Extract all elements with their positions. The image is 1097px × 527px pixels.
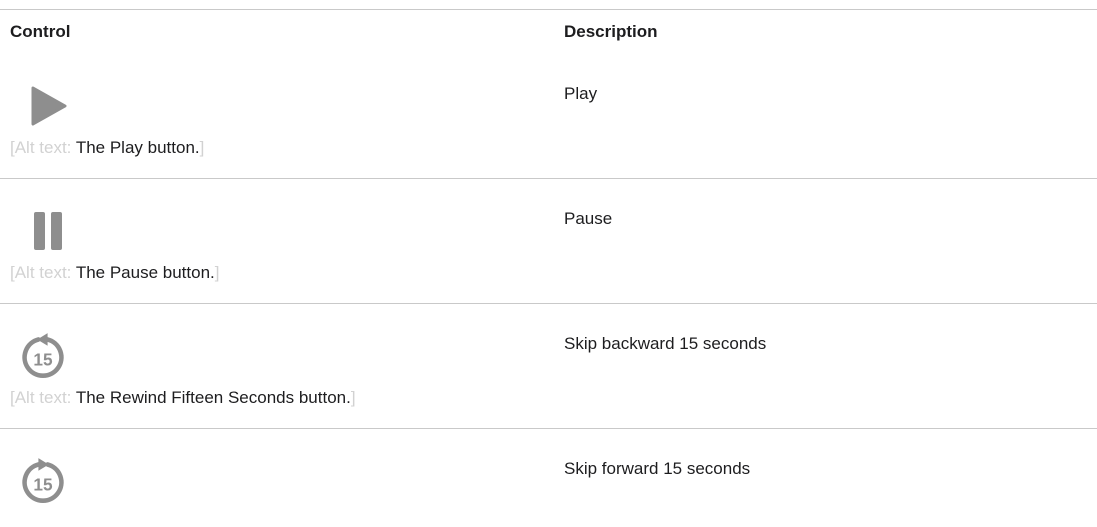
header-description: Description <box>564 22 658 41</box>
description-cell: Pause <box>564 209 613 228</box>
forward-15-label: 15 <box>33 474 53 494</box>
alt-suffix: ] <box>199 138 205 157</box>
controls-table: Control Description [Alt text: The Play … <box>0 9 1097 509</box>
alt-text-caption: [Alt text: The Play button.] <box>10 138 204 158</box>
alt-text-caption: [Alt text: The Rewind Fifteen Seconds bu… <box>10 388 356 408</box>
header-control: Control <box>10 22 71 41</box>
play-icon <box>31 86 67 126</box>
forward-15-icon: 15 <box>22 458 64 503</box>
alt-prefix: [Alt text: <box>10 388 76 407</box>
alt-suffix: ] <box>350 388 356 407</box>
alt-suffix: ] <box>214 263 220 282</box>
alt-text: The Pause button. <box>75 263 215 282</box>
table-row: 15 Skip forward 15 seconds <box>0 429 1097 509</box>
table-row: 15 [Alt text: The Rewind Fifteen Seconds… <box>0 304 1097 428</box>
alt-text: The Play button. <box>75 138 200 157</box>
alt-prefix: [Alt text: <box>10 263 76 282</box>
pause-icon <box>34 212 62 250</box>
rewind-15-icon: 15 <box>22 333 64 378</box>
alt-text: The Rewind Fifteen Seconds button. <box>75 388 351 407</box>
table-row: [Alt text: The Pause button.] Pause <box>0 179 1097 303</box>
description-cell: Play <box>564 84 598 103</box>
alt-prefix: [Alt text: <box>10 138 76 157</box>
description-cell: Skip backward 15 seconds <box>564 334 767 353</box>
table-row: [Alt text: The Play button.] Play <box>0 54 1097 178</box>
rewind-15-label: 15 <box>33 349 53 369</box>
table-header-row: Control Description <box>0 10 1097 54</box>
alt-text-caption: [Alt text: The Pause button.] <box>10 263 220 283</box>
description-cell: Skip forward 15 seconds <box>564 459 751 478</box>
